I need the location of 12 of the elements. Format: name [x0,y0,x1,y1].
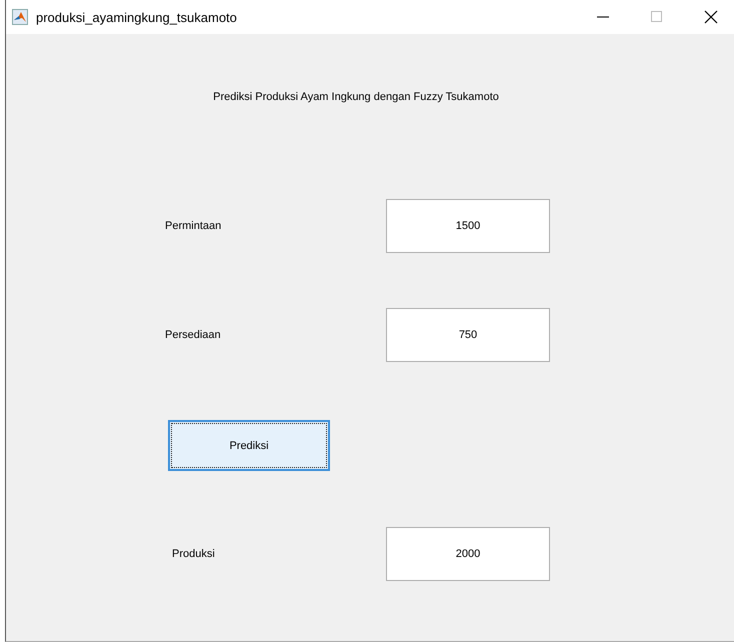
field-label: Permintaan [165,220,222,232]
input-field[interactable]: 1500 [386,199,550,253]
maximize-icon [651,11,663,23]
app-logo-icon [12,9,28,25]
field-label: Persediaan [165,329,222,341]
window-title: produksi_ayamingkung_tsukamoto [36,10,238,24]
close-icon [704,10,718,24]
predict-button[interactable]: Prediksi [168,420,330,471]
input-field[interactable]: 2000 [386,527,550,581]
field-label: Produksi [172,548,216,560]
heading: Prediksi Produksi Ayam Ingkung dengan Fuzzy Tsukamoto [212,90,500,105]
input-field[interactable]: 750 [386,308,550,362]
